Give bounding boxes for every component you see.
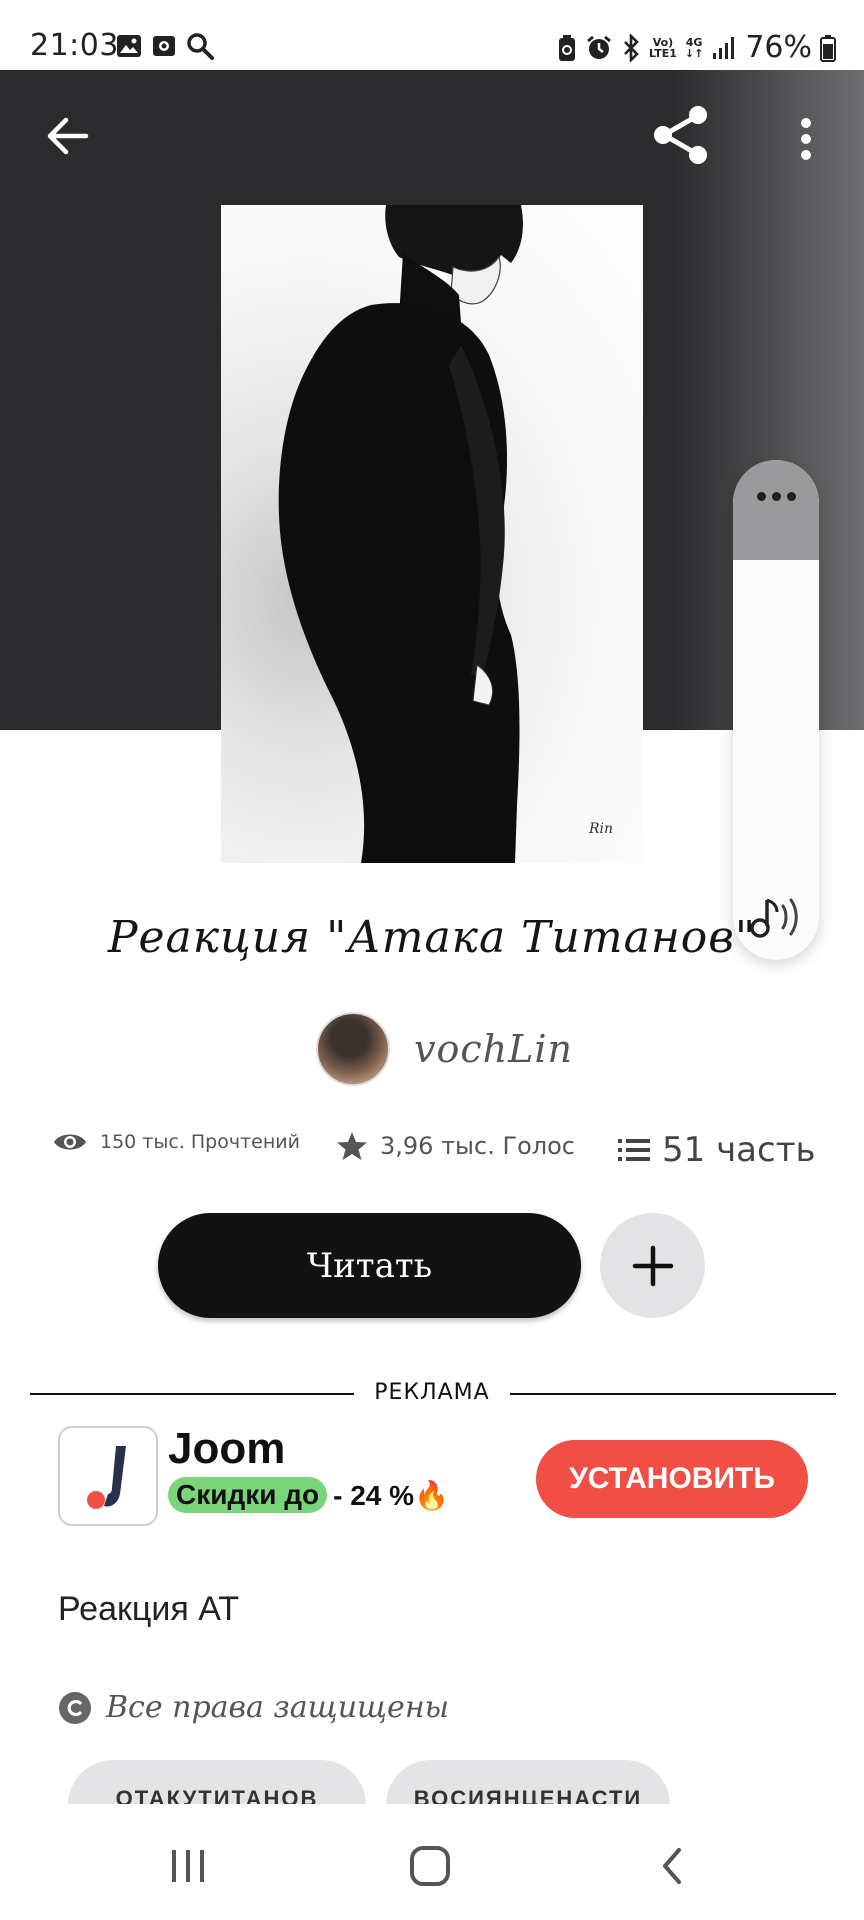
ad-label: РЕКЛАМА <box>374 1380 490 1405</box>
tags-row: ОТАКУТИТАНОВ ВОСИЯНЦЕНАСТИ <box>68 1760 864 1804</box>
reads-stat: 150 тыс. Прочтений <box>52 1130 300 1154</box>
story-stats: 150 тыс. Прочтений 3,96 тыс. Голос 51 ча… <box>52 1130 832 1176</box>
home-button[interactable] <box>400 1840 460 1892</box>
author-name[interactable]: vochLin <box>414 1027 573 1071</box>
copyright-row: Все права защищены <box>58 1690 449 1725</box>
volte-icon: Vo) LTE1 <box>649 35 677 60</box>
more-vertical-icon <box>801 118 811 160</box>
tag-chip[interactable]: ОТАКУТИТАНОВ <box>68 1760 366 1804</box>
status-bar: 21:03 Vo) LTE1 4G ↓↑ 76% <box>0 0 864 70</box>
saver-icon <box>559 34 575 61</box>
tag-chip[interactable]: ВОСИЯНЦЕНАСТИ <box>386 1760 670 1804</box>
story-cover-image: Rin <box>221 205 643 863</box>
share-button[interactable] <box>648 102 714 168</box>
search-icon <box>187 33 214 60</box>
author-row[interactable]: vochLin <box>316 1012 573 1086</box>
screen-record-icon <box>153 36 175 56</box>
install-button[interactable]: УСТАНОВИТЬ <box>536 1440 808 1518</box>
share-icon <box>654 106 707 164</box>
votes-stat: 3,96 тыс. Голос <box>336 1130 575 1162</box>
ad-promo-text: Скидки до - 24 %🔥 <box>168 1477 449 1513</box>
parts-stat[interactable]: 51 часть <box>618 1130 816 1170</box>
side-widget-menu[interactable] <box>733 460 819 560</box>
recent-apps-button[interactable] <box>158 1840 218 1892</box>
signal-icon <box>713 36 735 59</box>
ad-app-logo[interactable] <box>58 1426 158 1526</box>
read-button[interactable]: Читать <box>158 1213 581 1318</box>
arrow-left-icon <box>47 117 89 155</box>
nav-back-icon <box>663 1848 681 1884</box>
story-description: Реакция АТ <box>58 1590 239 1628</box>
reader-side-widget[interactable] <box>733 460 819 960</box>
back-button[interactable] <box>38 106 98 166</box>
system-navigation-bar <box>0 1804 864 1920</box>
ad-divider: РЕКЛАМА <box>30 1380 836 1408</box>
nav-back-button[interactable] <box>642 1840 702 1892</box>
alarm-icon <box>587 35 611 59</box>
ad-promo-rest: - 24 %🔥 <box>333 1479 449 1511</box>
image-icon <box>117 35 141 57</box>
cover-illustration: Rin <box>278 205 613 863</box>
copyright-icon <box>59 1691 91 1724</box>
more-horizontal-icon <box>733 492 819 501</box>
battery-icon <box>820 34 836 62</box>
plus-icon <box>632 1245 673 1286</box>
ad-promo-highlight: Скидки до <box>168 1477 328 1513</box>
story-title: Реакция "Атака Титанов" <box>107 912 757 963</box>
joom-logo-icon <box>87 1446 126 1509</box>
status-time: 21:03 <box>30 28 119 63</box>
add-to-library-button[interactable] <box>600 1213 705 1318</box>
parts-count: 51 часть <box>662 1130 816 1170</box>
copyright-text: Все права защищены <box>106 1690 450 1725</box>
reads-count: 150 тыс. Прочтений <box>100 1131 300 1153</box>
home-icon <box>410 1846 450 1886</box>
ad-app-name[interactable]: Joom <box>168 1424 285 1474</box>
status-right-icons: Vo) LTE1 4G ↓↑ 76% <box>557 30 836 65</box>
svg-text:Rin: Rin <box>588 821 613 837</box>
bluetooth-icon <box>624 33 639 62</box>
eye-icon <box>54 1134 86 1150</box>
votes-count: 3,96 тыс. Голос <box>380 1132 575 1160</box>
list-icon <box>618 1139 650 1161</box>
more-options-button[interactable] <box>786 106 826 172</box>
star-icon <box>337 1132 367 1160</box>
battery-percent: 76% <box>745 30 812 65</box>
author-avatar[interactable] <box>316 1012 390 1086</box>
4g-icon: 4G ↓↑ <box>684 35 704 60</box>
recent-apps-icon <box>172 1850 204 1882</box>
status-left-icons <box>116 32 214 60</box>
